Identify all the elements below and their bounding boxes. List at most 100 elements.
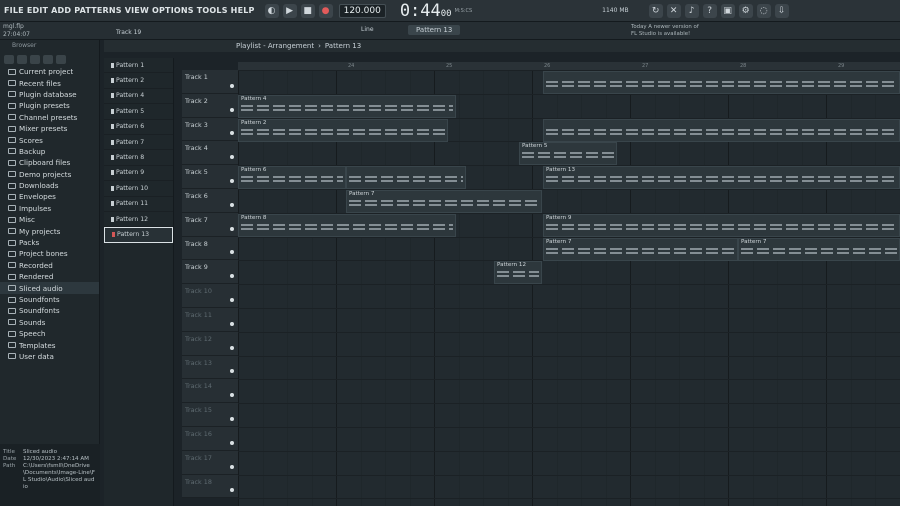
track-mute-dot[interactable] (230, 274, 234, 279)
help-icon[interactable]: ? (702, 3, 717, 18)
track-header[interactable]: Track 1 (182, 70, 238, 94)
pattern-item[interactable]: Pattern 12 (104, 212, 173, 228)
browser-item[interactable]: Soundfonts (0, 305, 99, 316)
track-header[interactable]: Track 4 (182, 141, 238, 166)
track-header[interactable]: Track 5 (182, 165, 238, 189)
tempo-display[interactable]: 120.000 (338, 3, 386, 18)
browser-item[interactable]: Rendered (0, 271, 99, 282)
track-mute-dot[interactable] (230, 464, 234, 469)
pattern-item[interactable]: Pattern 5 (104, 104, 173, 120)
chat-icon[interactable]: ◌ (756, 3, 771, 18)
track-header[interactable]: Track 11 (182, 307, 238, 332)
track-header[interactable]: Track 9 (182, 260, 238, 285)
pattern-item[interactable]: Pattern 8 (104, 150, 173, 166)
browser-item[interactable]: Clipboard files (0, 157, 99, 168)
track-mute-dot[interactable] (230, 226, 234, 231)
pattern-clip[interactable]: Pattern 2 (238, 118, 448, 142)
pattern-item[interactable]: Pattern 6 (104, 120, 173, 135)
track-header[interactable]: Track 6 (182, 188, 238, 213)
settings-icon[interactable]: ✕ (666, 3, 681, 18)
pattern-selector[interactable]: Pattern 13 (408, 25, 461, 35)
pattern-clip[interactable]: Pattern 5 (519, 142, 617, 166)
menu-help[interactable]: HELP (231, 6, 255, 15)
browser-item[interactable]: Current project (0, 66, 99, 77)
track-mute-dot[interactable] (230, 440, 234, 445)
browser-item[interactable]: Impulses (0, 203, 99, 214)
browser-item[interactable]: Demo projects (0, 169, 99, 180)
track-header[interactable]: Track 8 (182, 236, 238, 261)
track-mute-dot[interactable] (230, 393, 234, 398)
pattern-clip[interactable]: Pattern 4 (238, 94, 456, 118)
track-mute-dot[interactable] (230, 416, 234, 421)
track-mute-dot[interactable] (230, 321, 234, 326)
pattern-clip[interactable]: Pattern 12 (494, 261, 542, 285)
track-header[interactable]: Track 14 (182, 379, 238, 404)
news-ticker[interactable]: Today A newer version of FL Studio is av… (631, 24, 706, 37)
track-mute-dot[interactable] (230, 178, 234, 183)
pattern-item[interactable]: Pattern 7 (104, 135, 173, 151)
menu-options[interactable]: OPTIONS (152, 6, 194, 15)
track-header[interactable]: Track 12 (182, 331, 238, 356)
pattern-clip[interactable]: Pattern 7 (543, 237, 738, 261)
browser-item[interactable]: Downloads (0, 180, 99, 191)
plugin-icon[interactable]: ⚙ (738, 3, 753, 18)
pattern-item[interactable]: Pattern 10 (104, 181, 173, 197)
browser-item[interactable]: Backup (0, 146, 99, 157)
stop-icon[interactable]: ■ (300, 3, 315, 18)
menu-edit[interactable]: EDIT (27, 6, 48, 15)
browser-item[interactable]: My projects (0, 225, 99, 236)
metronome-icon[interactable]: ◐ (264, 3, 279, 18)
browser-item[interactable]: Project bones (0, 248, 99, 259)
pattern-clip[interactable] (543, 71, 900, 94)
pattern-item[interactable]: Pattern 13 (104, 227, 173, 243)
track-header[interactable]: Track 18 (182, 474, 238, 499)
browser-back-icon[interactable] (4, 54, 14, 64)
browser-item[interactable]: Speech (0, 328, 99, 339)
browser-item[interactable]: Mixer presets (0, 123, 99, 134)
pattern-item[interactable]: Pattern 11 (104, 197, 173, 212)
pattern-clip[interactable]: Pattern 6 (238, 166, 346, 190)
menu-add[interactable]: ADD (51, 6, 71, 15)
browser-star-icon[interactable] (43, 54, 53, 64)
track-header[interactable]: Track 2 (182, 93, 238, 118)
track-mute-dot[interactable] (230, 488, 234, 493)
track-mute-dot[interactable] (230, 202, 234, 207)
browser-item[interactable]: Sounds (0, 317, 99, 328)
track-header[interactable]: Track 13 (182, 355, 238, 380)
pattern-clip[interactable]: Pattern 8 (238, 213, 456, 237)
track-header[interactable]: Track 3 (182, 117, 238, 142)
mic-icon[interactable]: ♪ (684, 3, 699, 18)
track-mute-dot[interactable] (230, 155, 234, 160)
pattern-clip[interactable]: Pattern 9 (543, 213, 900, 237)
download-icon[interactable]: ⇩ (774, 3, 789, 18)
menu-patterns[interactable]: PATTERNS (74, 6, 121, 15)
track-header[interactable]: Track 10 (182, 284, 238, 308)
browser-item[interactable]: Plugin database (0, 89, 99, 100)
menu-view[interactable]: VIEW (125, 6, 149, 15)
browser-search-icon[interactable] (56, 54, 66, 64)
playlist-grid[interactable]: 24 25 26 27 28 29 Pattern 4 Pattern 2 Pattern 5… (238, 62, 900, 506)
track-header[interactable]: Track 16 (182, 426, 238, 451)
browser-item[interactable]: Recorded (0, 260, 99, 271)
pattern-item[interactable]: Pattern 9 (104, 166, 173, 182)
browser-item[interactable]: Soundfonts (0, 294, 99, 305)
browser-item[interactable]: Templates (0, 339, 99, 350)
save-icon[interactable]: ▣ (720, 3, 735, 18)
track-mute-dot[interactable] (230, 131, 234, 136)
pattern-clip[interactable]: Pattern 13 (543, 166, 900, 190)
track-mute-dot[interactable] (230, 297, 234, 302)
refresh-icon[interactable]: ↻ (648, 3, 663, 18)
timeline-ruler[interactable]: 24 25 26 27 28 29 (238, 62, 900, 70)
track-mute-dot[interactable] (230, 107, 234, 112)
play-icon[interactable]: ▶ (282, 3, 297, 18)
track-header[interactable]: Track 17 (182, 450, 238, 475)
browser-item[interactable]: Scores (0, 134, 99, 145)
menu-tools[interactable]: TOOLS (197, 6, 228, 15)
browser-item[interactable]: Envelopes (0, 191, 99, 202)
snap-select[interactable]: Line (361, 26, 374, 33)
pattern-item[interactable]: Pattern 2 (104, 73, 173, 89)
browser-item[interactable]: Packs (0, 237, 99, 248)
menu-file[interactable]: FILE (4, 6, 24, 15)
browser-item[interactable]: Channel presets (0, 112, 99, 123)
record-icon[interactable]: ● (318, 3, 333, 18)
